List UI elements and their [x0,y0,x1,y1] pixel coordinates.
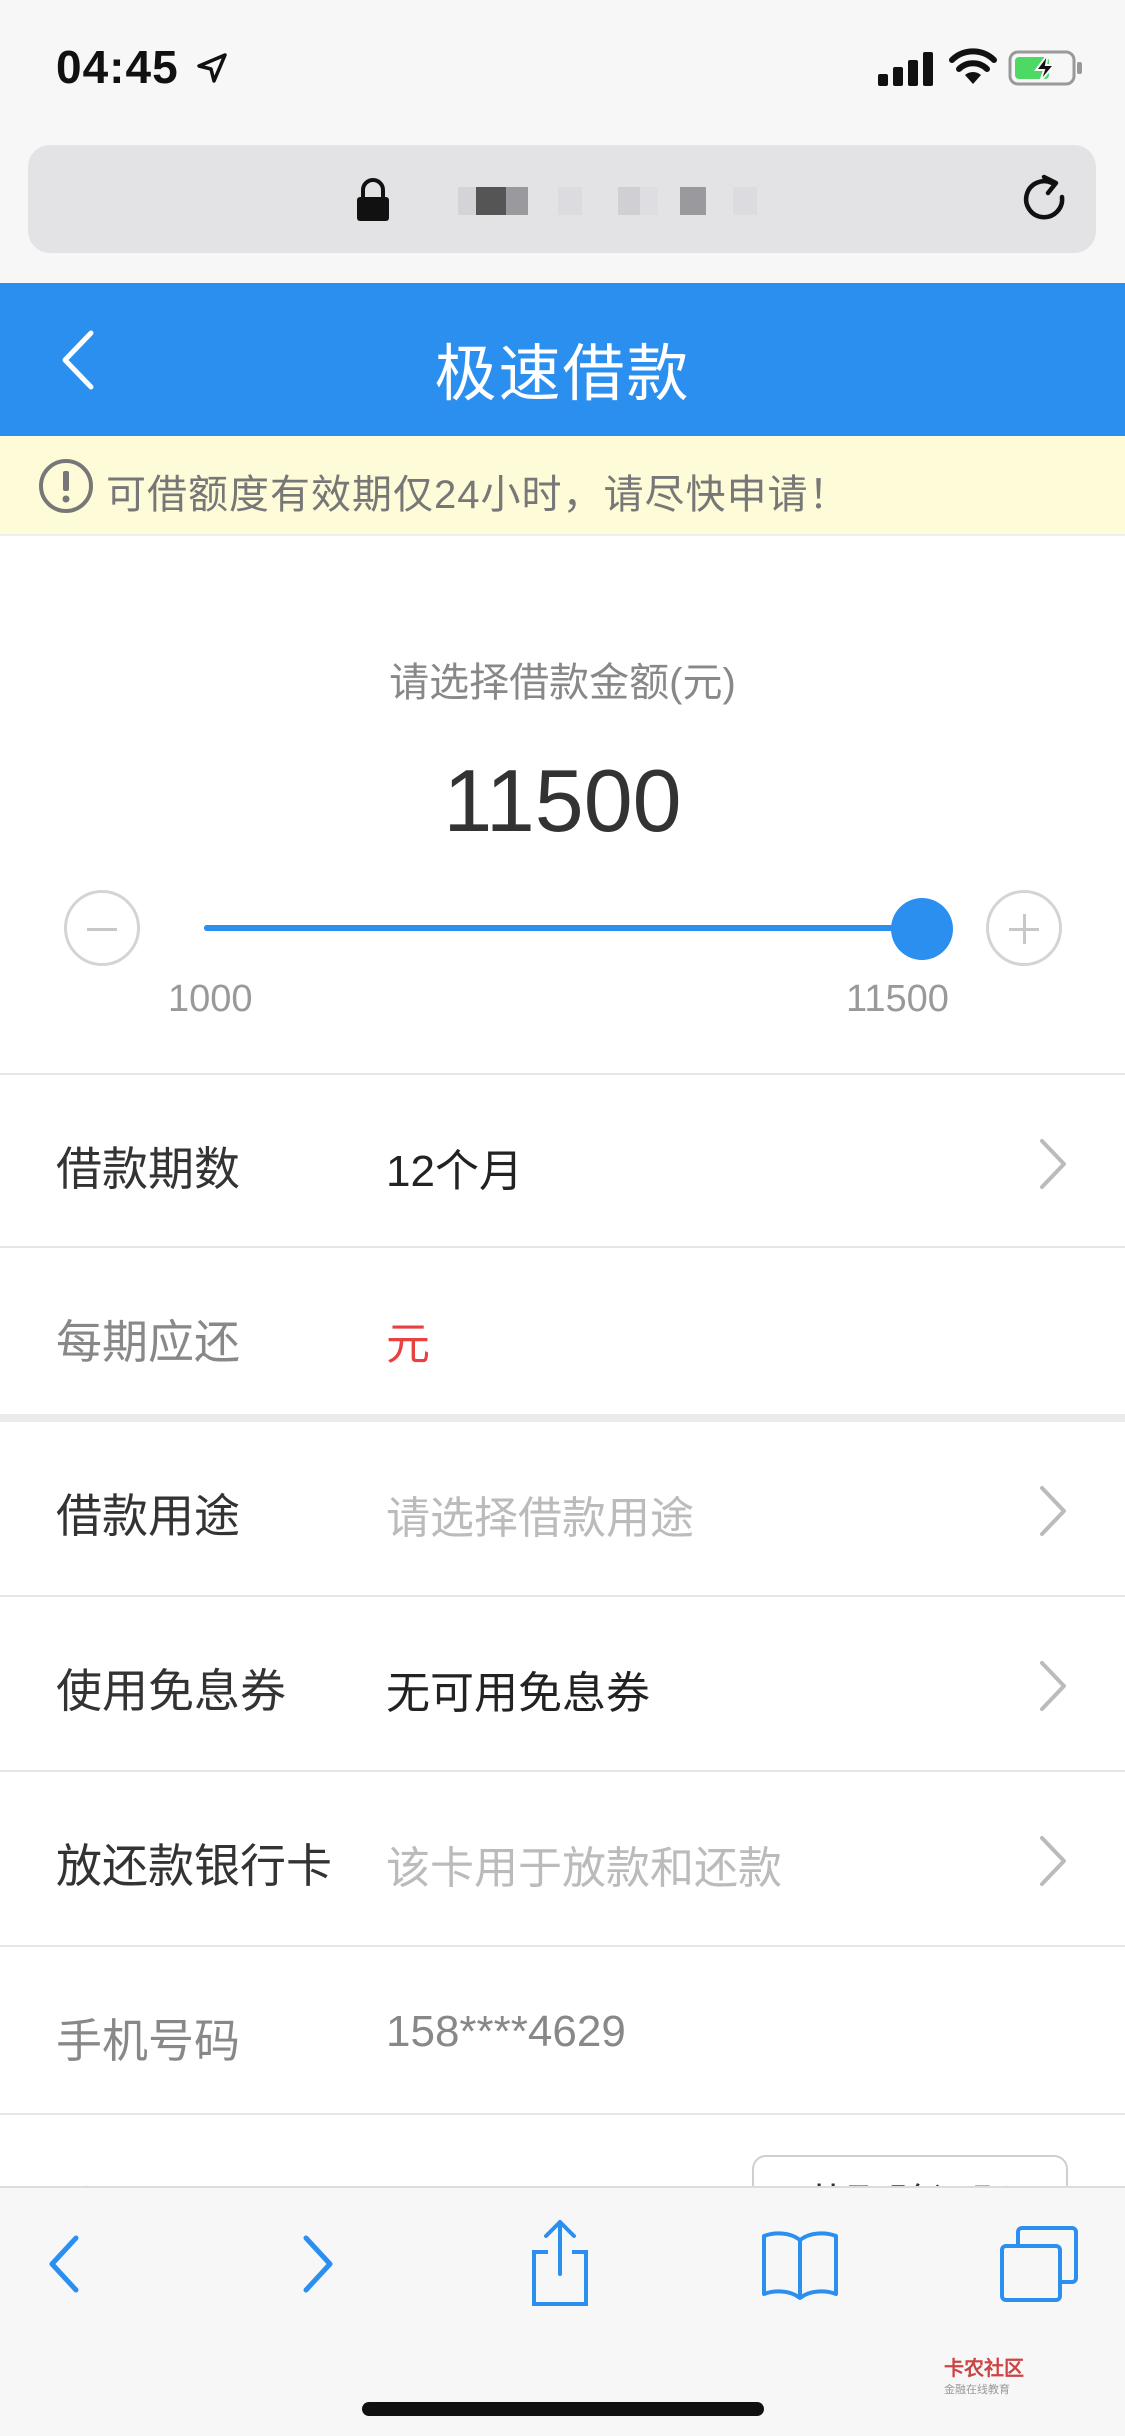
status-bar: 04:45 [0,0,1125,135]
status-time: 04:45 [56,41,179,93]
installment-value: 元 [386,1320,430,1369]
slider-max-label: 11500 [846,978,949,1020]
forward-arrow-icon[interactable] [298,2232,338,2296]
location-arrow-icon [197,53,227,83]
notice-banner: 可借额度有效期仅24小时，请尽快申请！ [0,436,1125,536]
browser-address-area [0,135,1125,283]
watermark-subtitle: 金融在线教育 [944,2384,1010,2396]
amount-slider-fill [204,925,922,931]
decrease-amount-button[interactable] [64,890,140,966]
wifi-icon [949,48,997,84]
url-text-blurred [408,169,828,229]
signal-bars-icon [878,52,933,86]
amount-section: 请选择借款金额(元) 11500 1000 11500 [0,538,1125,1073]
page-title: 极速借款 [434,340,691,409]
amount-label: 请选择借款金额(元) [389,661,736,705]
section-divider [0,1414,1125,1422]
lock-icon [357,178,389,221]
purpose-placeholder: 请选择借款用途 [386,1494,694,1543]
amount-slider-track[interactable] [204,925,922,931]
share-icon[interactable] [528,2218,592,2308]
phone-row: 手机号码 158****4629 [0,1945,1125,2113]
term-label: 借款期数 [56,1143,240,1195]
coupon-value: 无可用免息券 [386,1669,650,1718]
browser-toolbar: 卡农社区 金融在线教育 [0,2186,1125,2436]
installment-row: 每期应还 元 [0,1246,1125,1414]
slider-min-label: 1000 [168,978,253,1020]
bookmarks-icon[interactable] [760,2228,840,2300]
chevron-right-icon [1040,1486,1066,1536]
coupon-label: 使用免息券 [56,1665,286,1717]
amount-value: 11500 [443,751,682,850]
url-bar[interactable] [28,145,1096,253]
coupon-row[interactable]: 使用免息券 无可用免息券 [0,1595,1125,1768]
tabs-icon[interactable] [998,2224,1080,2304]
bank-card-row[interactable]: 放还款银行卡 该卡用于放款和还款 [0,1770,1125,1943]
chevron-right-icon [1040,1139,1066,1189]
amount-slider-thumb[interactable] [891,898,953,960]
battery-charging-icon [1008,50,1082,86]
chevron-right-icon [1040,1836,1066,1886]
purpose-row[interactable]: 借款用途 请选择借款用途 [0,1422,1125,1595]
chevron-right-icon [1040,1661,1066,1711]
notice-text: 可借额度有效期仅24小时，请尽快申请！ [106,473,850,517]
phone-value: 158****4629 [386,2007,626,2056]
reload-icon[interactable] [1018,173,1074,229]
term-value: 12个月 [386,1147,523,1196]
back-arrow-icon[interactable] [44,2232,84,2296]
purpose-label: 借款用途 [56,1490,240,1542]
increase-amount-button[interactable] [986,890,1062,966]
watermark-logo: 卡农社区 金融在线教育 [944,2352,1024,2397]
home-indicator[interactable] [362,2402,764,2416]
bank-card-label: 放还款银行卡 [56,1840,332,1892]
phone-label: 手机号码 [56,2015,240,2067]
watermark-title: 卡农社区 [944,2358,1024,2380]
term-row[interactable]: 借款期数 12个月 [0,1073,1125,1246]
app-header: 极速借款 [0,283,1125,436]
bank-card-placeholder: 该卡用于放款和还款 [386,1844,782,1893]
installment-label: 每期应还 [56,1316,240,1368]
exclamation-circle-icon [39,459,93,513]
